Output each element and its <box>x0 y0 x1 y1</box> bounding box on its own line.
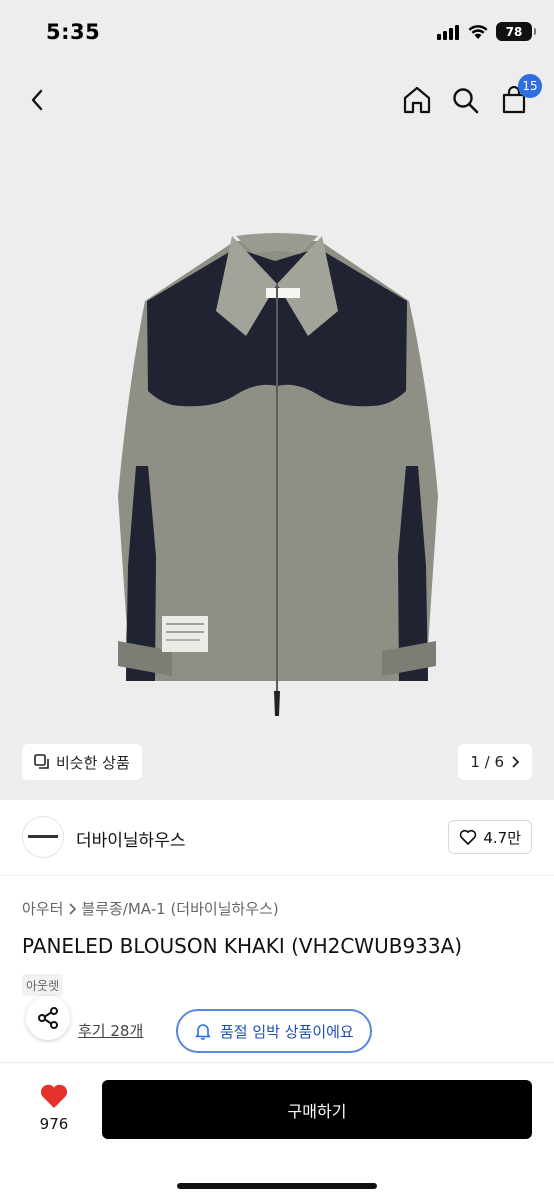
outlet-tag: 아웃렛 <box>22 974 64 996</box>
bell-icon <box>195 1024 211 1040</box>
wishlist-button[interactable]: 976 <box>28 1083 80 1133</box>
cart-button[interactable]: 15 <box>494 74 542 120</box>
buy-button[interactable]: 구매하기 <box>102 1080 532 1139</box>
signal-icon <box>437 24 459 40</box>
status-bar: 5:35 78 <box>0 0 554 66</box>
similar-products-label: 비슷한 상품 <box>56 753 130 772</box>
breadcrumb-subcategory[interactable]: 블루종/MA-1 (더바이닐하우스) <box>81 898 278 919</box>
status-indicators: 78 <box>436 22 536 41</box>
share-icon <box>38 1007 58 1029</box>
search-icon <box>453 88 479 114</box>
status-time: 5:35 <box>46 20 101 44</box>
shop-like-button[interactable]: 4.7만 <box>448 820 532 854</box>
chevron-left-icon <box>31 89 43 111</box>
breadcrumb-category[interactable]: 아우터 <box>22 898 63 919</box>
shop-name[interactable]: 더바이닐하우스 <box>76 826 185 851</box>
battery-level: 78 <box>505 24 523 39</box>
similar-products-button[interactable]: 비슷한 상품 <box>22 744 142 780</box>
heart-filled-icon <box>40 1084 68 1108</box>
outlet-tag-label: 아웃렛 <box>26 978 60 993</box>
cart-count-badge: 15 <box>518 74 542 98</box>
heart-outline-icon <box>460 829 477 845</box>
soldout-alert-chip[interactable]: 품절 임박 상품이에요 <box>176 1009 372 1053</box>
home-indicator <box>177 1183 377 1189</box>
bottom-action-bar: 976 구매하기 <box>0 1062 554 1200</box>
home-icon <box>403 86 431 114</box>
top-nav: 15 <box>0 66 554 136</box>
search-button[interactable] <box>445 80 485 120</box>
review-link[interactable]: 후기 28개 <box>78 1020 143 1041</box>
home-button[interactable] <box>397 80 437 120</box>
product-title: PANELED BLOUSON KHAKI (VH2CWUB933A) <box>22 934 463 958</box>
back-button[interactable] <box>18 80 58 120</box>
image-page-indicator[interactable]: 1 / 6 <box>458 744 532 780</box>
chevron-right-icon <box>69 902 77 915</box>
shop-logo-mark <box>28 835 58 838</box>
jacket-image <box>118 233 438 716</box>
share-button[interactable] <box>26 996 70 1040</box>
product-image-gallery[interactable]: 비슷한 상품 1 / 6 <box>0 136 554 800</box>
wishlist-count: 976 <box>39 1115 69 1133</box>
shop-row[interactable]: 더바이닐하우스 4.7만 <box>0 800 554 876</box>
chevron-right-icon <box>512 756 520 768</box>
breadcrumb: 아우터 블루종/MA-1 (더바이닐하우스) <box>22 898 279 919</box>
shop-logo[interactable] <box>22 816 64 858</box>
wifi-icon <box>468 24 488 39</box>
similar-items-icon <box>34 754 49 769</box>
soldout-alert-label: 품절 임박 상품이에요 <box>220 1022 354 1041</box>
battery-icon: 78 <box>496 22 536 41</box>
page-indicator-label: 1 / 6 <box>470 753 504 771</box>
shop-like-count: 4.7만 <box>483 828 521 847</box>
